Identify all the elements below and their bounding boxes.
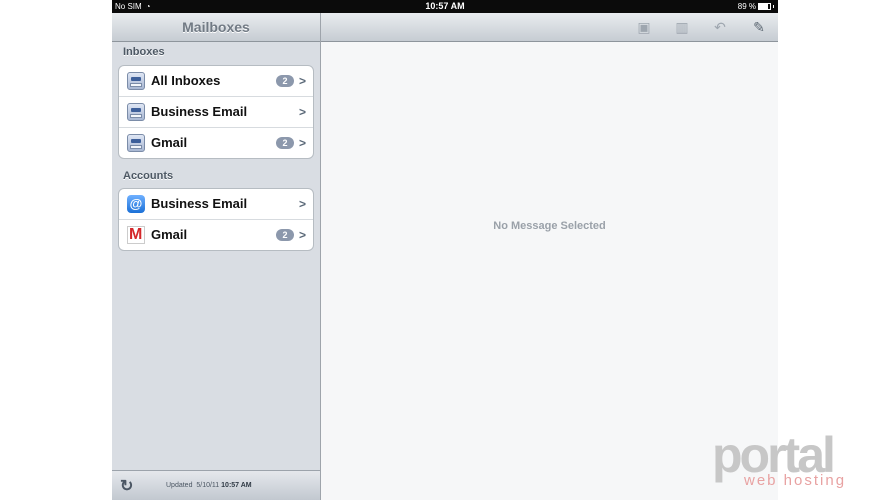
inbox-icon — [127, 134, 145, 152]
reply-icon[interactable]: ↶ — [712, 19, 728, 35]
account-row-business-email[interactable]: @ Business Email > — [119, 189, 313, 220]
chevron-right-icon: > — [298, 197, 306, 211]
mailboxes-sidebar: Mailboxes Inboxes All Inboxes 2 > Busine… — [112, 13, 321, 500]
sidebar-title: Mailboxes — [112, 13, 320, 42]
compose-icon[interactable]: ✎ — [751, 19, 767, 35]
battery-icon — [758, 3, 771, 10]
mailbox-row-all-inboxes[interactable]: All Inboxes 2 > — [119, 66, 313, 97]
refresh-icon[interactable]: ↻ — [120, 476, 133, 496]
status-time: 10:57 AM — [425, 1, 465, 11]
unread-badge: 2 — [276, 229, 294, 241]
mailbox-label: All Inboxes — [151, 73, 221, 88]
mailbox-row-business-email[interactable]: Business Email > — [119, 97, 313, 128]
inboxes-section-label: Inboxes — [123, 46, 165, 58]
inbox-icon — [127, 103, 145, 121]
inbox-icon — [127, 72, 145, 90]
battery-percent: 89 % — [737, 2, 756, 11]
chevron-right-icon: > — [298, 105, 306, 119]
account-label: Gmail — [151, 227, 188, 242]
inboxes-group: All Inboxes 2 > Business Email > Gmail 2… — [118, 65, 314, 159]
chevron-right-icon: > — [298, 228, 306, 242]
logo-subtitle: web hosting — [744, 472, 847, 489]
trash-icon[interactable]: ▥ — [674, 19, 690, 35]
ipad-screen: No SIM ◔ 10:57 AM 89 % Mailboxes Inboxes … — [112, 0, 778, 500]
account-label: Business Email — [151, 196, 248, 211]
status-bar: No SIM ◔ 10:57 AM 89 % — [112, 0, 778, 13]
chevron-right-icon: > — [298, 74, 306, 88]
move-folder-icon[interactable]: ▣ — [636, 19, 652, 35]
mailbox-label: Business Email — [151, 104, 248, 119]
chevron-right-icon: > — [298, 136, 306, 150]
unread-badge: 2 — [276, 75, 294, 87]
accounts-group: @ Business Email > Gmail 2 > — [118, 188, 314, 251]
message-toolbar: ▣ ▥ ↶ ✎ — [321, 13, 778, 42]
account-row-gmail[interactable]: Gmail 2 > — [119, 220, 313, 250]
gmail-icon — [127, 226, 145, 244]
mailbox-row-gmail[interactable]: Gmail 2 > — [119, 128, 313, 158]
no-message-selected: No Message Selected — [493, 220, 606, 232]
unread-badge: 2 — [276, 137, 294, 149]
portal-logo: portal web hosting — [712, 427, 862, 492]
updated-status: Updated 5/10/11 10:57 AM — [166, 482, 252, 489]
at-icon: @ — [127, 195, 145, 213]
accounts-section-label: Accounts — [123, 170, 174, 182]
sidebar-footer: ↻ Updated 5/10/11 10:57 AM — [112, 470, 320, 500]
mailbox-label: Gmail — [151, 135, 188, 150]
